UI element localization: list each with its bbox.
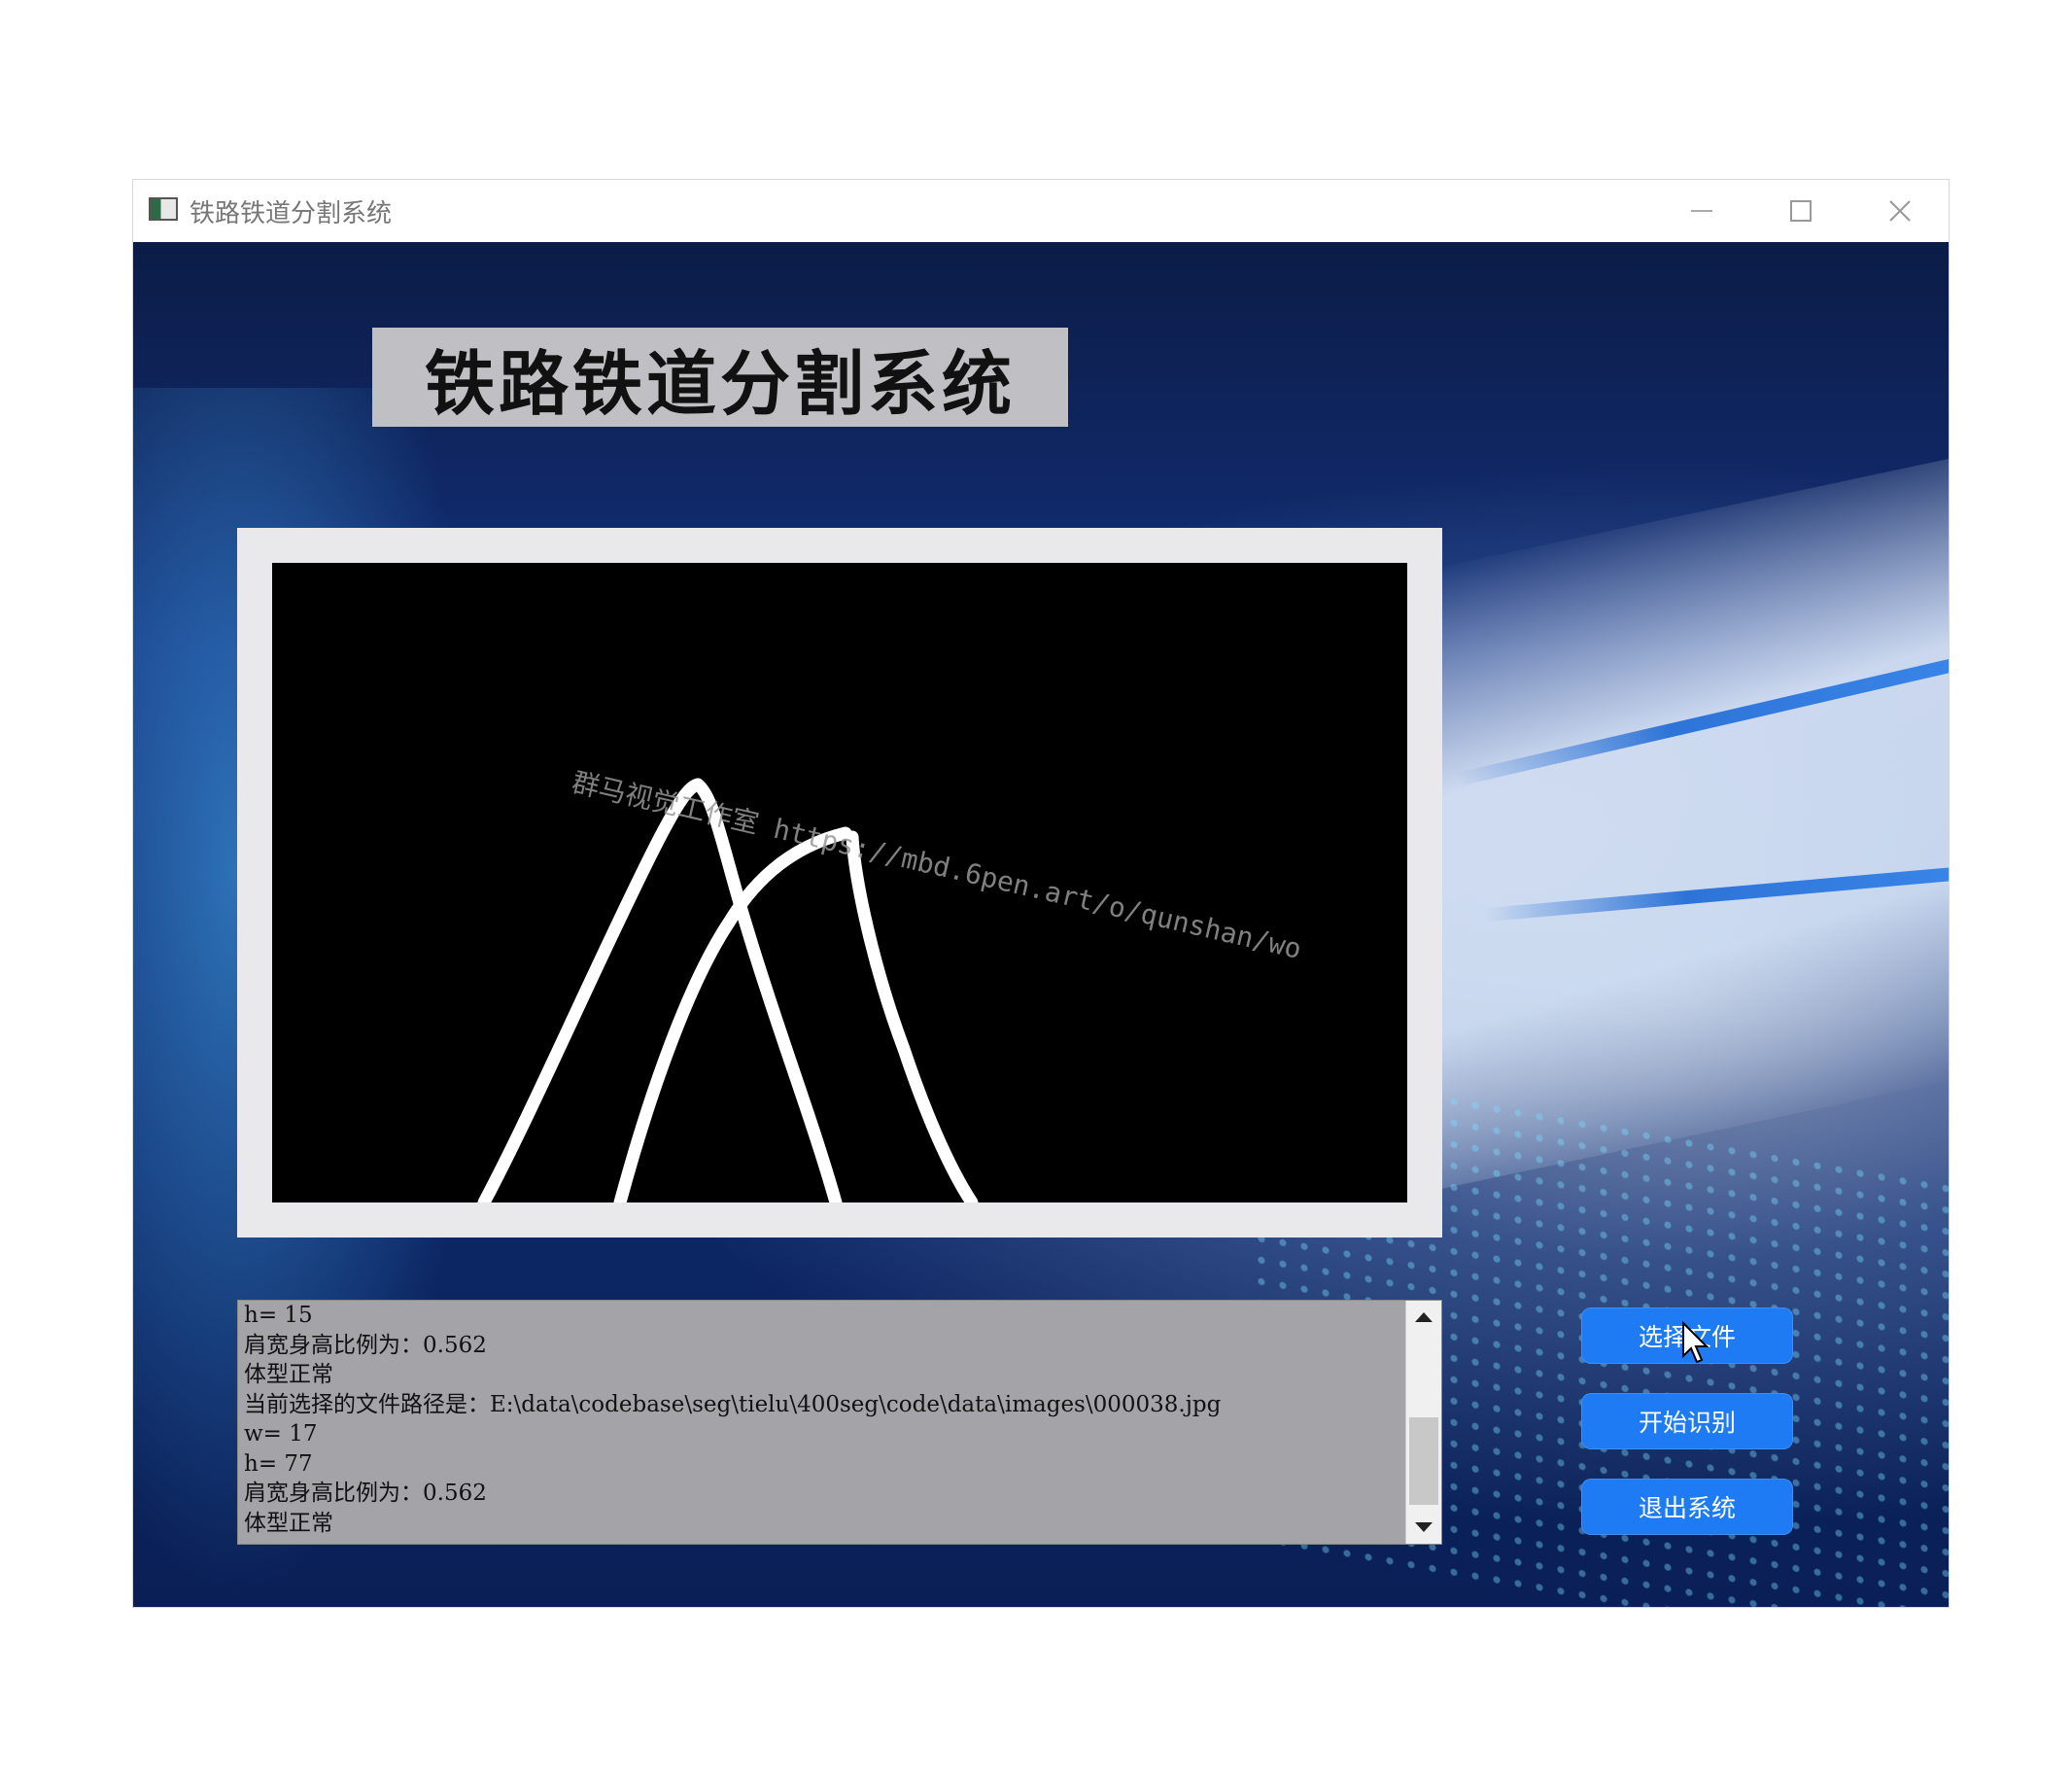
page-title-box: 铁路铁道分割系统 <box>372 328 1068 427</box>
arrow-down-icon <box>1415 1522 1433 1532</box>
close-icon <box>1889 200 1911 222</box>
rail-line <box>846 830 979 1203</box>
log-line: 当前选择的文件路径是：E:\data\codebase\seg\tielu\40… <box>244 1391 1222 1417</box>
log-line: 体型正常 <box>244 1362 333 1387</box>
log-line: 肩宽身高比例为：0.562 <box>244 1332 487 1358</box>
log-line: w= 17 <box>244 1421 318 1447</box>
log-line: 肩宽身高比例为：0.562 <box>244 1481 487 1506</box>
scroll-down-button[interactable] <box>1406 1511 1441 1544</box>
app-icon <box>149 197 178 221</box>
window-title: 铁路铁道分割系统 <box>190 199 393 228</box>
exit-system-button[interactable]: 退出系统 <box>1581 1479 1793 1535</box>
log-line: 体型正常 <box>244 1510 333 1536</box>
rail-line <box>477 778 705 1203</box>
image-frame: 群马视觉工作室 https://mbd.6pen.art/o/qunshan/w… <box>237 528 1442 1238</box>
log-output-box[interactable]: h= 15 肩宽身高比例为：0.562 体型正常 当前选择的文件路径是：E:\d… <box>237 1300 1442 1545</box>
minimize-button[interactable] <box>1673 190 1731 232</box>
segmentation-result-image <box>272 563 1407 1203</box>
start-recognition-button[interactable]: 开始识别 <box>1581 1393 1793 1449</box>
log-line: h= 15 <box>244 1303 313 1328</box>
scroll-up-button[interactable] <box>1406 1301 1441 1334</box>
background-light-panel <box>1397 452 1949 1199</box>
close-button[interactable] <box>1871 190 1929 232</box>
log-lines: h= 15 肩宽身高比例为：0.562 体型正常 当前选择的文件路径是：E:\d… <box>244 1301 1399 1544</box>
page-title: 铁路铁道分割系统 <box>424 342 1016 425</box>
rail-mask-svg <box>477 778 979 1203</box>
arrow-up-icon <box>1415 1312 1433 1322</box>
log-line: h= 77 <box>244 1450 313 1477</box>
minimize-icon <box>1691 210 1712 212</box>
maximize-icon <box>1790 200 1812 222</box>
main-client-area: 铁路铁道分割系统 群马视觉工作室 https://mbd.6pen.art/o/… <box>133 242 1949 1607</box>
maximize-button[interactable] <box>1772 190 1830 232</box>
app-window: 铁路铁道分割系统 铁路铁道分割系统 群马视觉工作室 https://mbd.6p… <box>133 180 1949 1607</box>
title-bar[interactable]: 铁路铁道分割系统 <box>133 180 1949 243</box>
scroll-thumb[interactable] <box>1409 1417 1438 1505</box>
log-scrollbar[interactable] <box>1405 1301 1441 1544</box>
